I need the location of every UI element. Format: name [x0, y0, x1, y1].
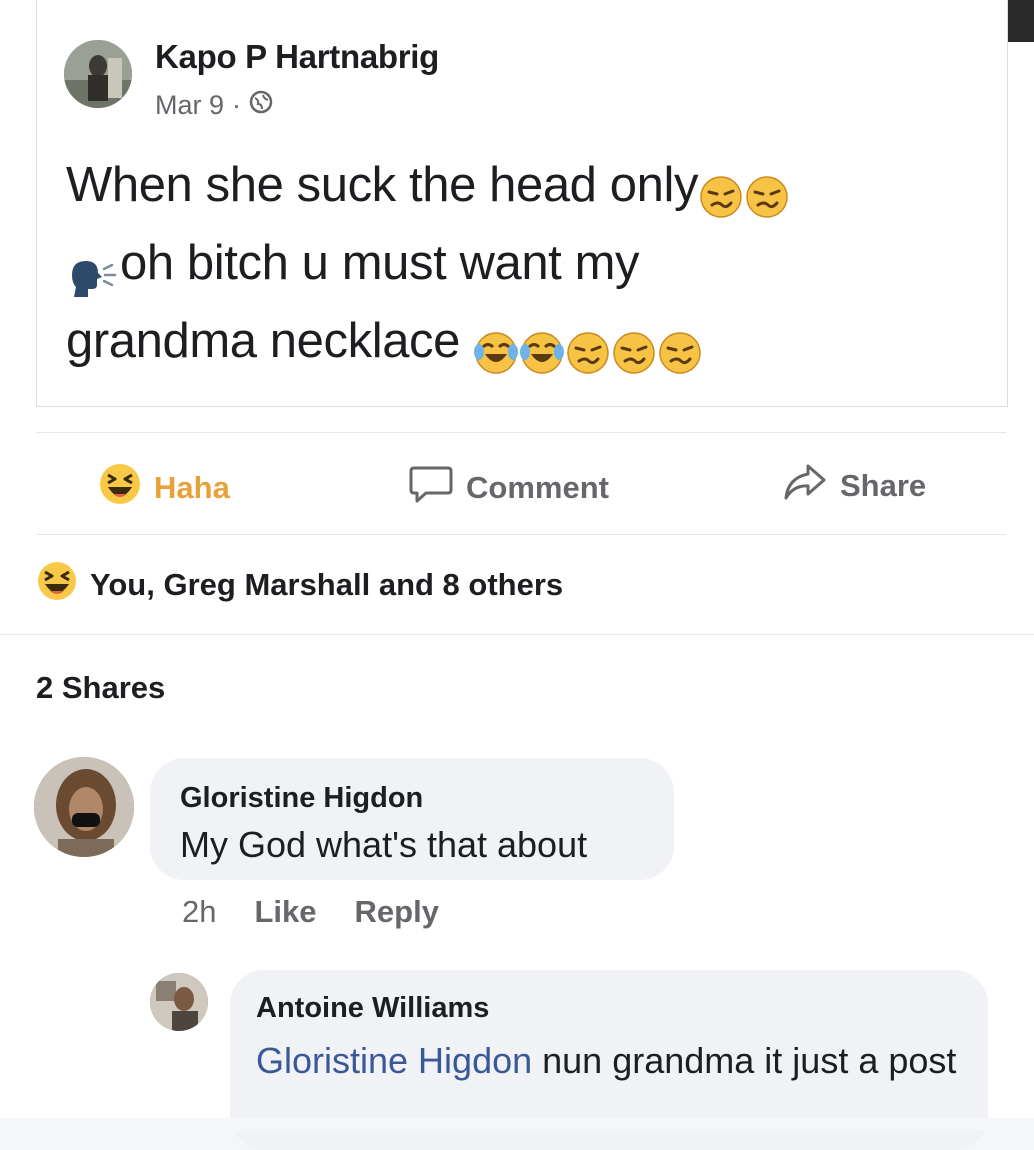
- comment-button[interactable]: Comment: [408, 462, 609, 514]
- comment-text-body: nun grandma it just a post: [532, 1040, 957, 1081]
- comment-icon: [408, 462, 454, 514]
- haha-label: Haha: [154, 470, 230, 505]
- share-icon: [782, 462, 828, 510]
- divider: [36, 534, 1006, 535]
- woozy-face-icon: [565, 321, 611, 374]
- speaking-head-icon: [66, 244, 120, 298]
- woozy-face-icon: [611, 321, 657, 374]
- comment-author[interactable]: Gloristine Higdon: [180, 782, 423, 815]
- post-text-line-3: grandma necklace: [66, 314, 460, 368]
- post-text-line: oh bitch u must want my: [66, 224, 966, 302]
- comment-text: Gloristine Higdon nun grandma it just a …: [256, 1036, 976, 1086]
- comment-label: Comment: [466, 470, 609, 505]
- post-text-line: When she suck the head only: [66, 146, 966, 224]
- meta-separator: ·: [232, 90, 242, 120]
- post-text-line-2: oh bitch u must want my: [120, 236, 640, 290]
- reaction-summary[interactable]: You, Greg Marshall and 8 others: [36, 560, 563, 610]
- action-bar: Haha Comment Share: [0, 440, 1034, 530]
- globe-icon: [249, 90, 273, 121]
- woozy-face-icon: [698, 165, 744, 218]
- commenter-avatar[interactable]: [34, 757, 134, 857]
- author-name[interactable]: Kapo P Hartnabrig: [155, 38, 439, 76]
- post-text-line: grandma necklace: [66, 302, 966, 380]
- share-button[interactable]: Share: [782, 462, 926, 510]
- divider: [36, 432, 1006, 433]
- comment-time[interactable]: 2h: [182, 894, 216, 930]
- haha-icon: [98, 462, 142, 514]
- post-text: When she suck the head only oh bitch u m…: [66, 146, 966, 380]
- tears-of-joy-icon: [473, 321, 519, 374]
- post-text-line-1: When she suck the head only: [66, 158, 699, 212]
- reply-button[interactable]: Reply: [355, 894, 439, 930]
- divider: [0, 634, 1034, 635]
- share-label: Share: [840, 468, 927, 503]
- tears-of-joy-icon: [519, 321, 565, 374]
- comment-actions: 2h Like Reply: [182, 894, 439, 930]
- reaction-summary-text: You, Greg Marshall and 8 others: [90, 567, 564, 602]
- comment-author[interactable]: Antoine Williams: [256, 992, 489, 1025]
- post-card: Kapo P Hartnabrig Mar 9 · When she suck …: [0, 0, 1034, 1150]
- post-date[interactable]: Mar 9: [155, 90, 224, 121]
- like-button[interactable]: Like: [254, 894, 316, 930]
- post-meta: Mar 9 ·: [155, 90, 273, 121]
- woozy-face-icon: [744, 165, 790, 218]
- comment-text: My God what's that about: [180, 824, 588, 865]
- mention-link[interactable]: Gloristine Higdon: [256, 1040, 532, 1081]
- haha-button[interactable]: Haha: [98, 462, 230, 514]
- commenter-avatar[interactable]: [150, 973, 208, 1031]
- haha-reaction-icon: [36, 560, 78, 610]
- woozy-face-icon: [657, 321, 703, 374]
- shares-count[interactable]: 2 Shares: [36, 670, 165, 706]
- page-bottom-edge: [0, 1118, 1034, 1131]
- author-avatar[interactable]: [64, 40, 132, 108]
